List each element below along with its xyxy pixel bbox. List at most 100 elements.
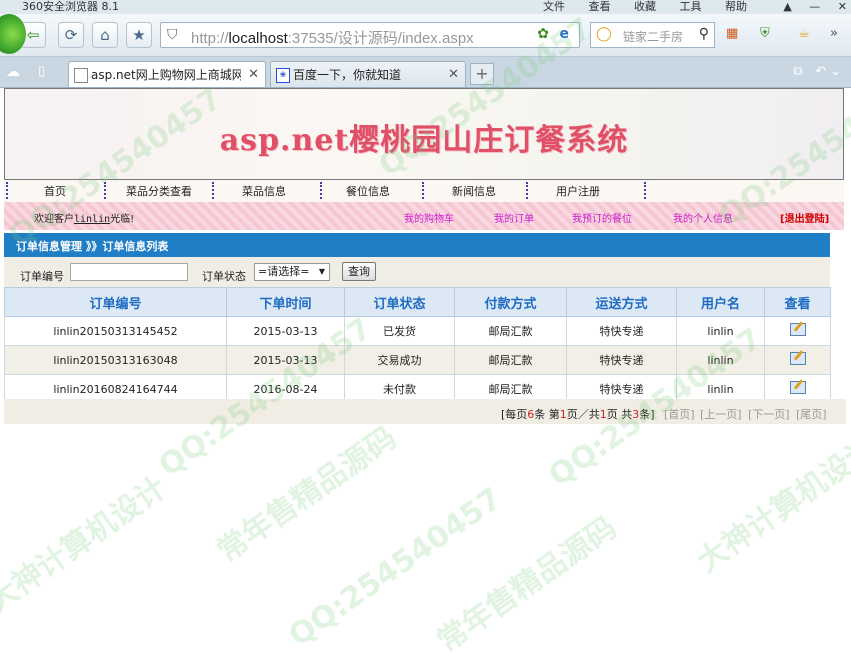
- nav-dishes[interactable]: 菜品信息: [242, 183, 286, 199]
- col-order-time: 下单时间: [226, 287, 345, 317]
- status-select[interactable]: =请选择= ▼: [254, 263, 330, 281]
- tab-tools-icon[interactable]: ⧉ ↶ ⌄: [793, 64, 841, 79]
- nav-category[interactable]: 菜品分类查看: [126, 183, 192, 199]
- pager-text: 页／共: [566, 408, 600, 421]
- browser-toolbar: ⇦ ⟳ ⌂ ★ ⛉ http://localhost:37535/设计源码/in…: [0, 14, 851, 57]
- close-tab-icon[interactable]: ✕: [248, 62, 259, 87]
- site-banner: asp.net樱桃园山庄订餐系统: [4, 88, 844, 180]
- refresh-icon: ⟳: [64, 26, 78, 44]
- cell-view: [764, 316, 831, 346]
- pager-first[interactable]: [首页]: [664, 406, 695, 422]
- compat-mode-icon[interactable]: ✿: [537, 26, 549, 42]
- tab-label: asp.net网上购物网上商城网站: [91, 68, 241, 82]
- search-input[interactable]: 链家二手房: [623, 28, 683, 45]
- link-orders[interactable]: 我的订单: [494, 210, 534, 225]
- pager-last[interactable]: [尾页]: [796, 406, 827, 422]
- col-order-no: 订单编号: [4, 287, 227, 317]
- nav-divider: [422, 182, 426, 199]
- link-profile[interactable]: 我的个人信息: [673, 210, 733, 225]
- menu-tools[interactable]: 工具: [680, 0, 702, 13]
- window-controls: ▲ — ✕: [769, 0, 847, 14]
- back-arrow-icon: ⇦: [26, 26, 40, 44]
- nav-news[interactable]: 新闻信息: [452, 183, 496, 199]
- url-host: localhost: [228, 30, 288, 47]
- col-view: 查看: [764, 287, 831, 317]
- search-box[interactable]: ◯ 链家二手房 ⚲: [590, 22, 715, 48]
- pager-text: 条 第: [534, 408, 560, 421]
- cell-order-status: 交易成功: [344, 345, 455, 375]
- cell-order-status: 已发货: [344, 316, 455, 346]
- home-icon: ⌂: [100, 26, 110, 44]
- tab-baidu[interactable]: ❀ 百度一下，你就知道 ✕: [270, 61, 466, 87]
- cloud-icon[interactable]: ☁: [6, 64, 20, 80]
- new-tab-button[interactable]: +: [470, 63, 494, 85]
- view-edit-icon[interactable]: [789, 323, 806, 336]
- tab-asp-net[interactable]: asp.net网上购物网上商城网站 ✕: [68, 61, 266, 87]
- view-edit-icon[interactable]: [789, 381, 806, 394]
- pager-next[interactable]: [下一页]: [748, 406, 790, 422]
- ie-engine-icon[interactable]: e: [560, 26, 570, 42]
- close-tab-icon[interactable]: ✕: [448, 62, 459, 87]
- home-button[interactable]: ⌂: [92, 22, 118, 48]
- chevron-down-icon: ▼: [318, 267, 325, 276]
- pager-prev[interactable]: [上一页]: [700, 406, 742, 422]
- breadcrumb: 订单信息管理 》》订单信息列表: [16, 240, 169, 253]
- pager-info: [每页6条 第1页／共1页 共3条]: [501, 406, 655, 422]
- nav-divider: [526, 182, 530, 199]
- col-delivery: 运送方式: [566, 287, 677, 317]
- apps-icon[interactable]: ▦: [726, 26, 738, 41]
- phone-icon[interactable]: ▯: [38, 64, 45, 79]
- favorite-button[interactable]: ★: [126, 22, 152, 48]
- col-payment: 付款方式: [454, 287, 567, 317]
- minimize-icon[interactable]: —: [809, 0, 820, 13]
- nav-seats[interactable]: 餐位信息: [346, 183, 390, 199]
- star-icon: ★: [132, 26, 146, 44]
- more-icon[interactable]: »: [830, 26, 838, 41]
- pager: [每页6条 第1页／共1页 共3条] [首页] [上一页] [下一页] [尾页]: [4, 399, 846, 424]
- view-edit-icon[interactable]: [789, 352, 806, 365]
- table-row: linlin20150313145452 2015-03-13 已发货 邮局汇款…: [4, 316, 831, 346]
- order-table: 订单编号 下单时间 订单状态 付款方式 运送方式 用户名 查看 linlin20…: [4, 287, 831, 404]
- col-order-status: 订单状态: [344, 287, 455, 317]
- pager-current: 1: [559, 408, 567, 421]
- page-icon: [74, 68, 88, 83]
- extension-icon[interactable]: ☕: [798, 26, 810, 41]
- browser-menu: 文件 查看 收藏 工具 帮助: [543, 0, 767, 14]
- menu-file[interactable]: 文件: [543, 0, 565, 13]
- site-title: asp.net樱桃园山庄订餐系统: [219, 123, 629, 158]
- logout-link[interactable]: [退出登陆]: [780, 210, 829, 225]
- menu-view[interactable]: 查看: [589, 0, 611, 13]
- nav-register[interactable]: 用户注册: [556, 183, 600, 199]
- menu-help[interactable]: 帮助: [725, 0, 747, 13]
- query-button[interactable]: 查询: [342, 262, 376, 281]
- welcome-user: linlin: [74, 214, 111, 225]
- cell-order-no: linlin20150313163048: [4, 345, 227, 375]
- cell-username: linlin: [676, 345, 765, 375]
- tab-bar: ☁ ▯ asp.net网上购物网上商城网站 ✕ ❀ 百度一下，你就知道 ✕ + …: [0, 57, 851, 88]
- shield-icon: ⛉: [167, 27, 178, 43]
- search-engine-icon[interactable]: ◯: [596, 26, 612, 42]
- security-icon[interactable]: ⛨: [760, 26, 770, 41]
- order-no-input[interactable]: [70, 263, 188, 281]
- search-icon[interactable]: ⚲: [699, 26, 709, 42]
- link-reserved-seats[interactable]: 我预订的餐位: [572, 210, 632, 225]
- address-bar[interactable]: ⛉ http://localhost:37535/设计源码/index.aspx…: [160, 22, 597, 48]
- url-scheme: http://: [191, 30, 229, 47]
- cell-order-no: linlin20150313145452: [4, 316, 227, 346]
- welcome-text: 欢迎客户linlin光临!: [34, 210, 134, 225]
- link-cart[interactable]: 我的购物车: [404, 210, 454, 225]
- app-title: 360安全浏览器 8.1: [22, 0, 119, 13]
- welcome-suffix: 光临!: [110, 214, 135, 225]
- cell-view: [764, 345, 831, 375]
- refresh-button[interactable]: ⟳: [58, 22, 84, 48]
- close-window-icon[interactable]: ✕: [838, 0, 847, 13]
- address-url[interactable]: http://localhost:37535/设计源码/index.aspx: [191, 27, 474, 48]
- browser-titlebar: 360安全浏览器 8.1 文件 查看 收藏 工具 帮助 ▲ — ✕: [0, 0, 851, 14]
- nav-divider: [644, 182, 648, 199]
- pager-total-pages: 1: [599, 408, 607, 421]
- pager-text: [每页: [501, 408, 528, 421]
- menu-favorites[interactable]: 收藏: [634, 0, 656, 13]
- skin-icon[interactable]: ▲: [783, 0, 791, 13]
- nav-home[interactable]: 首页: [44, 183, 66, 199]
- cell-delivery: 特快专递: [566, 345, 677, 375]
